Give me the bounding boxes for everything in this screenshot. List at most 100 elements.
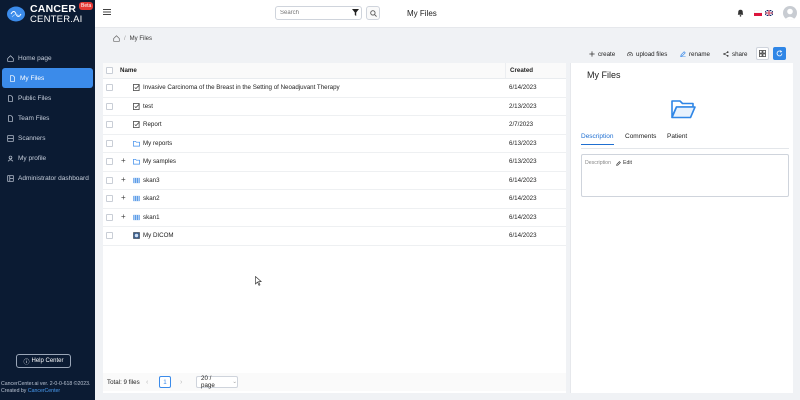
row-checkbox[interactable] (106, 121, 113, 129)
search-input[interactable] (275, 6, 362, 20)
table-row[interactable]: My reports 6/13/2023 (103, 135, 566, 153)
page-size-value: 20 / page (201, 375, 215, 389)
user-icon (6, 154, 14, 162)
row-checkbox[interactable] (106, 232, 113, 240)
created-date: 6/14/2023 (509, 232, 537, 240)
breadcrumb: / My Files (113, 35, 152, 42)
logo-text-line2: CENTER.AI (30, 13, 83, 25)
bell-icon[interactable] (736, 8, 745, 17)
share-button[interactable]: share (723, 47, 747, 61)
sidebar-item-my-files[interactable]: My Files (2, 68, 93, 88)
file-name: My reports (143, 139, 173, 147)
description-label: Description (585, 160, 611, 166)
help-icon: ⓘ (23, 359, 30, 366)
sidebar-item-public-files[interactable]: Public Files (0, 88, 93, 108)
row-checkbox[interactable] (106, 158, 113, 166)
filter-icon[interactable] (352, 9, 359, 16)
scan-icon (133, 214, 140, 220)
row-checkbox[interactable] (106, 102, 113, 110)
create-button[interactable]: create (589, 47, 615, 61)
search-button[interactable] (366, 6, 380, 20)
uk-flag-icon[interactable] (765, 10, 773, 16)
version-text: CancerCenter.ai ver. 2-0-0-618 ©2023. (1, 381, 91, 387)
created-date: 6/13/2023 (509, 158, 537, 166)
sidebar-nav: Home page My Files Public Files Team Fil… (0, 48, 95, 188)
created-date: 6/13/2023 (509, 139, 537, 147)
created-date: 6/14/2023 (509, 213, 537, 221)
sidebar-item-home[interactable]: Home page (0, 48, 93, 68)
sidebar-item-admin-dashboard[interactable]: Administrator dashboard (0, 168, 93, 188)
share-icon (723, 51, 729, 57)
refresh-button[interactable] (773, 47, 786, 60)
page-title: My Files (407, 9, 437, 18)
tabs-divider (581, 148, 789, 149)
sidebar-item-my-profile[interactable]: My profile (0, 148, 93, 168)
grid-view-button[interactable] (756, 47, 769, 60)
grid-icon (759, 50, 766, 57)
row-checkbox[interactable] (106, 213, 113, 221)
creator-link[interactable]: CancerCenter (28, 388, 60, 394)
chevron-down-icon: ⌄ (232, 379, 237, 385)
table-row[interactable]: Invasive Carcinoma of the Breast in the … (103, 79, 566, 98)
sidebar-item-label: Scanners (18, 134, 46, 142)
home-icon[interactable] (113, 35, 120, 42)
table-row[interactable]: + My samples 6/13/2023 (103, 153, 566, 172)
column-header-created[interactable]: Created (510, 67, 533, 74)
created-by-text: Created by (1, 387, 28, 394)
sidebar-item-label: Team Files (18, 114, 50, 122)
table-row[interactable]: test 2/13/2023 (103, 98, 566, 116)
page-number-current[interactable]: 1 (159, 376, 171, 388)
sidebar-item-label: My Files (20, 74, 45, 82)
scan-icon (133, 177, 140, 183)
select-all-checkbox[interactable] (106, 67, 113, 74)
row-checkbox[interactable] (106, 195, 113, 203)
home-icon (6, 54, 14, 62)
sidebar-footer: CancerCenter.ai ver. 2-0-0-618 ©2023. Cr… (1, 381, 90, 395)
created-date: 6/14/2023 (509, 195, 537, 203)
sidebar-item-scanners[interactable]: Scanners (0, 128, 93, 148)
expand-row-icon[interactable]: + (121, 193, 126, 202)
polish-flag-icon[interactable] (754, 10, 762, 16)
pencil-icon (680, 51, 686, 57)
row-checkbox[interactable] (106, 139, 113, 147)
column-header-name[interactable]: Name (120, 67, 137, 74)
page-size-select[interactable]: 20 / page ⌄ (196, 375, 238, 389)
row-checkbox[interactable] (106, 176, 113, 184)
table-row[interactable]: Report 2/7/2023 (103, 116, 566, 135)
column-divider (505, 63, 506, 78)
pagination: Total: 9 files ‹ 1 › 20 / page ⌄ (103, 373, 566, 391)
table-row[interactable]: + skan2 6/14/2023 (103, 190, 566, 209)
row-checkbox[interactable] (106, 84, 113, 92)
report-icon (133, 84, 140, 92)
top-bar: My Files (95, 0, 800, 28)
tab-patient[interactable]: Patient (667, 133, 687, 144)
table-row[interactable]: + skan3 6/14/2023 (103, 172, 566, 190)
menu-toggle-icon[interactable] (103, 8, 111, 16)
rename-label: rename (689, 50, 710, 58)
breadcrumb-current[interactable]: My Files (130, 36, 152, 42)
edit-description-button[interactable]: Edit (616, 160, 632, 166)
description-box: Description Edit (581, 154, 789, 197)
tab-comments[interactable]: Comments (625, 133, 656, 144)
avatar[interactable] (783, 6, 797, 20)
sidebar-item-team-files[interactable]: Team Files (0, 108, 93, 128)
expand-row-icon[interactable]: + (121, 212, 126, 221)
dashboard-icon (6, 174, 14, 182)
plus-icon (589, 51, 595, 57)
edit-label: Edit (623, 160, 632, 166)
expand-row-icon[interactable]: + (121, 156, 126, 165)
tab-description[interactable]: Description (581, 133, 614, 145)
detail-title: My Files (587, 70, 621, 80)
upload-files-button[interactable]: upload files (627, 47, 667, 61)
scanner-icon (6, 134, 14, 142)
file-icon (6, 94, 14, 102)
help-center-button[interactable]: ⓘ Help Center (16, 354, 71, 368)
prev-page-icon[interactable]: ‹ (146, 379, 148, 386)
table-row[interactable]: + skan1 6/14/2023 (103, 209, 566, 227)
total-files: Total: 9 files (107, 378, 140, 386)
expand-row-icon[interactable]: + (121, 175, 126, 184)
breadcrumb-separator: / (124, 35, 126, 42)
next-page-icon[interactable]: › (180, 379, 182, 386)
table-row[interactable]: My DICOM 6/14/2023 (103, 227, 566, 246)
rename-button[interactable]: rename (680, 47, 710, 61)
